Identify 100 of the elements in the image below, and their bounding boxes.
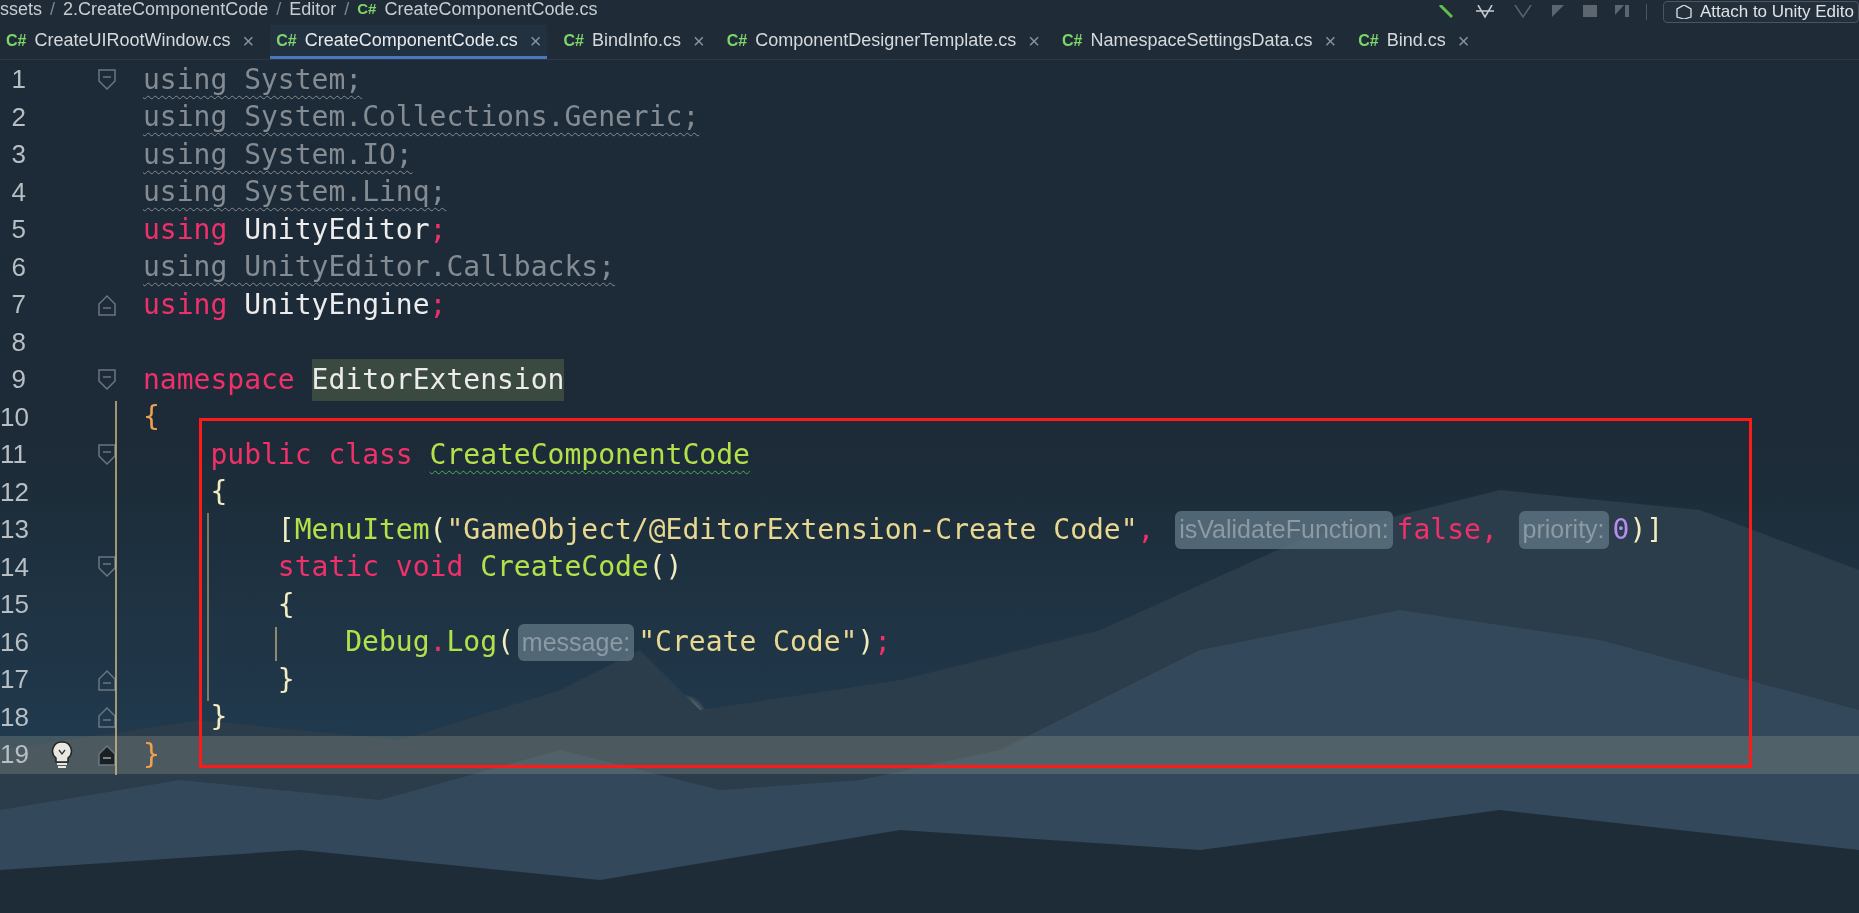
csharp-label: C# — [726, 30, 748, 51]
string-text: "GameObject/@EditorExtension-Create Code" — [446, 511, 1138, 548]
line-number: 18 — [0, 700, 26, 734]
parameter-hint: isValidateFunction: — [1175, 511, 1393, 549]
parameter-hint: priority: — [1518, 511, 1609, 549]
line-number: 16 — [0, 625, 26, 659]
line-number: 7 — [10, 288, 26, 322]
fold-icon[interactable] — [98, 706, 116, 729]
editor-tab[interactable]: C# Bind.cs × — [1352, 25, 1476, 59]
unused-code-text: using System.Collections.Generic; — [143, 99, 700, 136]
string-text: "Create Code" — [638, 624, 858, 661]
tab-close-button[interactable]: × — [1324, 25, 1337, 56]
brace-text: () — [648, 549, 683, 586]
tab-label: NamespaceSettingsData.cs — [1090, 29, 1313, 52]
tab-label: ComponentDesignerTemplate.cs — [755, 29, 1017, 52]
brace-text: [ — [277, 511, 295, 548]
csharp-label: C# — [1358, 30, 1379, 51]
breadcrumb-separator: / — [50, 0, 56, 21]
csharp-label: C# — [6, 30, 27, 51]
tab-label: BindInfo.cs — [591, 29, 681, 52]
highlighted-code-text: EditorExtension — [311, 358, 565, 401]
line-number: 12 — [0, 475, 26, 509]
breadcrumb-separator: / — [344, 0, 350, 21]
line-number: 8 — [10, 325, 26, 359]
unused-code-text: using UnityEditor.Callbacks; — [143, 249, 615, 286]
lightbulb-icon[interactable] — [51, 739, 73, 770]
brace-text: )] — [1629, 511, 1664, 548]
punctuation-text: ; — [429, 286, 447, 323]
breadcrumb-item[interactable]: 2.CreateComponentCode — [63, 0, 269, 23]
tab-close-button[interactable]: × — [693, 25, 705, 56]
brace-text: ( — [429, 511, 447, 548]
fold-icon[interactable] — [98, 293, 116, 316]
tab-close-button[interactable]: × — [1028, 25, 1040, 56]
breadcrumb-item[interactable]: Editor — [289, 0, 337, 23]
tab-label: CreateUIRootWindow.cs — [34, 29, 231, 52]
line-number: 6 — [10, 250, 26, 284]
line-number: 9 — [10, 363, 26, 397]
play-icon[interactable] — [1549, 5, 1566, 19]
line-number: 19 — [0, 738, 26, 772]
line-number: 5 — [10, 213, 26, 247]
brace-text: { — [210, 474, 228, 511]
brace-text: } — [143, 736, 160, 773]
punctuation-text: . — [429, 624, 447, 661]
method-name-text: CreateCode — [480, 549, 649, 586]
step-icon[interactable] — [1613, 5, 1630, 19]
csharp-label: C# — [563, 30, 584, 51]
breadcrumb-separator: / — [276, 0, 282, 21]
method-name-text: MenuItem — [294, 511, 430, 548]
fold-icon[interactable] — [98, 443, 116, 466]
class-name-text: CreateComponentCode — [429, 436, 750, 473]
csharp-label: C# — [276, 30, 297, 51]
fold-icon[interactable] — [98, 68, 116, 91]
line-number: 3 — [10, 138, 26, 172]
brace-text: { — [277, 586, 295, 623]
brace-text: } — [277, 661, 295, 698]
method-name-text: Debug — [345, 624, 430, 661]
attach-to-unity-button[interactable]: Attach to Unity Edito — [1662, 1, 1859, 23]
keyword-text: using — [143, 211, 228, 248]
brace-text: { — [143, 399, 160, 436]
tab-close-button[interactable]: × — [242, 25, 255, 56]
fold-icon[interactable] — [98, 368, 116, 391]
tab-close-button[interactable]: × — [529, 25, 542, 56]
unused-code-text: using System.IO; — [143, 136, 413, 173]
punctuation-text: ; — [429, 211, 447, 248]
editor-tab[interactable]: C# CreateUIRootWindow.cs × — [0, 25, 261, 59]
keyword-text: false — [1396, 511, 1481, 548]
brace-text: } — [210, 699, 228, 736]
fold-icon[interactable] — [98, 668, 116, 691]
method-name-text: Log — [446, 624, 497, 661]
punctuation-text: , — [1480, 511, 1498, 548]
tab-label: Bind.cs — [1386, 29, 1446, 52]
line-number: 10 — [0, 400, 26, 434]
punctuation-text: ; — [874, 624, 892, 661]
unused-code-text: using System.Linq; — [143, 174, 447, 211]
csharp-label: C# — [357, 0, 377, 19]
editor-tab[interactable]: C# ComponentDesignerTemplate.cs × — [720, 25, 1046, 59]
line-number: 1 — [10, 63, 26, 97]
editor-tab[interactable]: C# NamespaceSettingsData.cs × — [1055, 25, 1343, 59]
editor-tab[interactable]: C# BindInfo.cs × — [557, 25, 711, 59]
brace-text: ) — [857, 624, 875, 661]
tab-close-button[interactable]: × — [1457, 25, 1470, 56]
punctuation-text: , — [1137, 511, 1155, 548]
keyword-text: using — [143, 286, 228, 323]
editor-tab[interactable]: C# CreateComponentCode.cs × — [270, 25, 548, 59]
line-number: 2 — [10, 100, 26, 134]
code-text: UnityEditor — [243, 211, 430, 248]
parameter-hint: message: — [517, 623, 635, 661]
brace-text: ( — [497, 624, 514, 661]
unity-cube-icon — [1675, 5, 1692, 19]
keyword-text: namespace — [143, 361, 296, 398]
breadcrumb-item[interactable]: CreateComponentCode.cs — [384, 0, 598, 23]
keyword-text: public class — [210, 436, 414, 473]
line-number: 11 — [0, 438, 26, 472]
breadcrumb-item[interactable]: ssets — [0, 0, 42, 23]
fold-icon[interactable] — [98, 556, 116, 579]
stop-icon[interactable] — [1581, 5, 1598, 19]
tab-label: CreateComponentCode.cs — [304, 29, 518, 52]
csharp-label: C# — [1061, 30, 1083, 51]
keyword-text: static void — [277, 549, 465, 586]
line-number: 4 — [10, 175, 26, 209]
